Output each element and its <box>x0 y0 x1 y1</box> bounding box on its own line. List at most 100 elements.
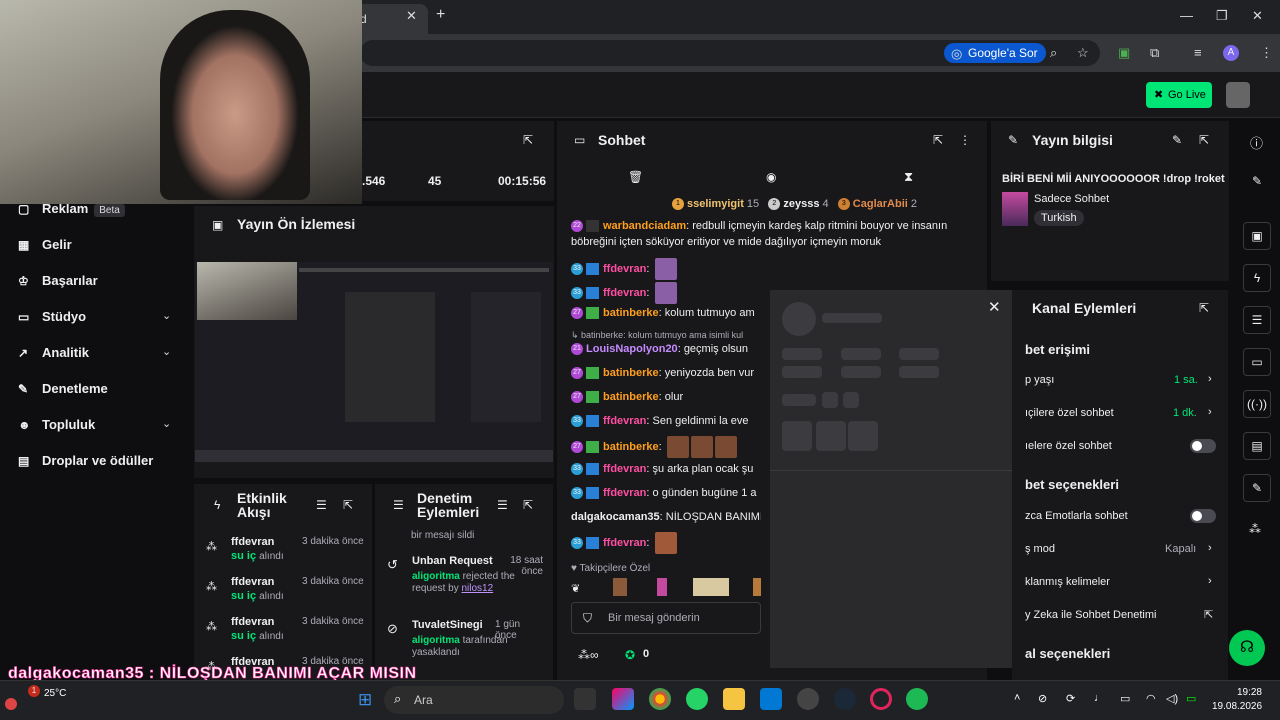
chevron-right-icon[interactable]: › <box>1208 373 1212 385</box>
emote-icon[interactable] <box>613 578 627 596</box>
moderation-target-link[interactable]: nilos12 <box>461 583 493 594</box>
close-icon[interactable]: ✕ <box>988 298 1001 316</box>
nav-item-studyo[interactable]: ▭ Stüdyo <box>18 309 86 324</box>
chat-icon[interactable]: ◉ <box>766 170 776 184</box>
trash-icon[interactable]: 🗑 <box>628 170 643 184</box>
stream-tag[interactable]: Turkish <box>1034 210 1084 226</box>
obs-icon[interactable] <box>797 688 819 710</box>
chat-user[interactable]: ffdevran <box>603 263 646 275</box>
chevron-right-icon[interactable]: › <box>1208 406 1212 418</box>
media-control-icon[interactable]: ≡ <box>1194 45 1202 60</box>
toggle-switch[interactable] <box>1190 439 1216 453</box>
mic-icon[interactable]: ♩ <box>1094 692 1105 704</box>
nav-item-droplar[interactable]: ▤ Droplar ve ödüller <box>18 453 153 468</box>
chat-user[interactable]: ffdevran <box>603 415 646 427</box>
tray-chevron-icon[interactable]: ˄ <box>1014 692 1020 704</box>
chat-user[interactable]: ffdevran <box>603 463 646 475</box>
filter-icon[interactable]: ☰ <box>316 498 327 512</box>
maximize-icon[interactable]: ❐ <box>1216 8 1228 24</box>
external-link-icon[interactable]: ⇱ <box>1204 608 1213 621</box>
nav-item-denetleme[interactable]: ✎ Denetleme <box>18 381 108 396</box>
stream-preview-image[interactable] <box>195 262 553 462</box>
popout-icon[interactable]: ⇱ <box>523 133 533 147</box>
zoom-icon[interactable]: ⌕ <box>1050 45 1057 61</box>
popout-icon[interactable]: ⇱ <box>1199 301 1209 315</box>
category-boxart[interactable] <box>1002 192 1028 226</box>
settings-dots-icon[interactable]: ⁂∞ <box>578 648 599 662</box>
nav-item-gelir[interactable]: ▦ Gelir <box>18 237 72 252</box>
dots-icon[interactable]: ⁂ <box>1249 522 1261 536</box>
filter-icon[interactable]: ☰ <box>497 498 508 512</box>
wrench-icon[interactable]: ✎ <box>1243 474 1271 502</box>
file-explorer-icon[interactable] <box>723 688 745 710</box>
channel-points-icon[interactable]: ✪ <box>625 648 635 662</box>
list-icon[interactable]: ☰ <box>1243 306 1271 334</box>
chevron-right-icon[interactable]: › <box>1208 542 1212 554</box>
volume-icon[interactable]: ◁) <box>1166 692 1178 705</box>
chrome-icon[interactable] <box>649 688 671 710</box>
info-icon[interactable]: ⓘ <box>1250 133 1263 152</box>
popout-icon[interactable]: ⇱ <box>343 498 353 512</box>
opera-icon[interactable] <box>870 688 892 710</box>
weather-icon[interactable] <box>5 698 17 710</box>
store-icon[interactable] <box>760 688 782 710</box>
battery-icon[interactable]: ▭ <box>1186 692 1196 705</box>
edit-icon[interactable]: ✎ <box>1172 133 1182 147</box>
taskbar-clock[interactable]: 19:28 19.08.2026 <box>1212 686 1262 714</box>
popout-icon[interactable]: ⇱ <box>523 498 533 512</box>
chat-user[interactable]: batinberke <box>603 441 659 453</box>
broadcast-icon[interactable]: ((·)) <box>1243 390 1271 418</box>
task-view-icon[interactable] <box>574 688 596 710</box>
window-close-icon[interactable]: ✕ <box>1252 8 1263 24</box>
nav-item-basarilar[interactable]: ♔ Başarılar <box>18 273 98 288</box>
wifi-icon[interactable]: ◠ <box>1146 692 1156 705</box>
chevron-right-icon[interactable]: › <box>1208 575 1212 587</box>
popout-icon[interactable]: ⇱ <box>933 133 943 147</box>
chevron-down-icon[interactable]: ⌄ <box>162 345 171 358</box>
whatsapp-icon[interactable] <box>686 688 708 710</box>
emote-icon[interactable] <box>753 578 761 596</box>
chat-user[interactable]: LouisNapolyon20 <box>586 343 678 355</box>
lightning-icon[interactable]: ϟ <box>1243 264 1271 292</box>
new-tab-icon[interactable]: + <box>436 6 445 24</box>
taskbar-search[interactable]: Ara <box>384 686 564 714</box>
toggle-switch[interactable] <box>1190 509 1216 523</box>
tray-icon[interactable]: ⊘ <box>1038 692 1047 705</box>
chat-user[interactable]: ffdevran <box>603 487 646 499</box>
close-tab-icon[interactable]: ✕ <box>406 8 417 24</box>
spotify-icon[interactable] <box>906 688 928 710</box>
display-icon[interactable]: ▭ <box>1120 692 1130 705</box>
chat-user[interactable]: batinberke <box>603 367 659 379</box>
windows-start-icon[interactable]: ⊞ <box>358 690 372 710</box>
layout-icon[interactable]: ▤ <box>1243 432 1271 460</box>
user-avatar[interactable] <box>1226 82 1250 108</box>
stream-category[interactable]: Sadece Sohbet <box>1034 193 1109 205</box>
extension-green-icon[interactable]: ▣ <box>1118 45 1130 61</box>
minimize-icon[interactable]: — <box>1180 8 1193 23</box>
popout-icon[interactable]: ⇱ <box>1199 133 1209 147</box>
nav-item-topluluk[interactable]: ☻ Topluluk <box>18 417 95 432</box>
chat-user[interactable]: warbandciadam <box>603 220 686 232</box>
sync-icon[interactable]: ⟳ <box>1066 692 1075 705</box>
chevron-down-icon[interactable]: ⌄ <box>162 417 171 430</box>
extensions-icon[interactable]: ⧉ <box>1150 45 1159 61</box>
chevron-down-icon[interactable]: ⌄ <box>162 309 171 322</box>
chat-user[interactable]: batinberke <box>603 391 659 403</box>
steam-icon[interactable] <box>834 688 856 710</box>
chat-user[interactable]: ffdevran <box>603 287 646 299</box>
profile-avatar[interactable]: A <box>1223 45 1239 61</box>
headset-icon[interactable]: ☊ <box>1229 630 1265 666</box>
chat-input[interactable]: Bir mesaj gönderin <box>571 602 761 634</box>
chat-user[interactable]: ffdevran <box>603 537 646 549</box>
emote-icon[interactable] <box>657 578 667 596</box>
browser-menu-icon[interactable]: ⋮ <box>1260 45 1273 61</box>
chat-square-icon[interactable]: ▭ <box>1243 348 1271 376</box>
more-icon[interactable]: ⋮ <box>959 133 971 147</box>
chat-user[interactable]: dalgakocaman35 <box>571 511 660 523</box>
panel-icon[interactable]: ▣ <box>1243 222 1271 250</box>
hourglass-icon[interactable]: ⧗ <box>904 169 913 185</box>
pencil-icon[interactable]: ✎ <box>1243 168 1271 196</box>
copilot-icon[interactable] <box>612 688 634 710</box>
nav-item-analitik[interactable]: ↗ Analitik <box>18 345 89 360</box>
bookmark-star-icon[interactable]: ☆ <box>1077 45 1089 61</box>
